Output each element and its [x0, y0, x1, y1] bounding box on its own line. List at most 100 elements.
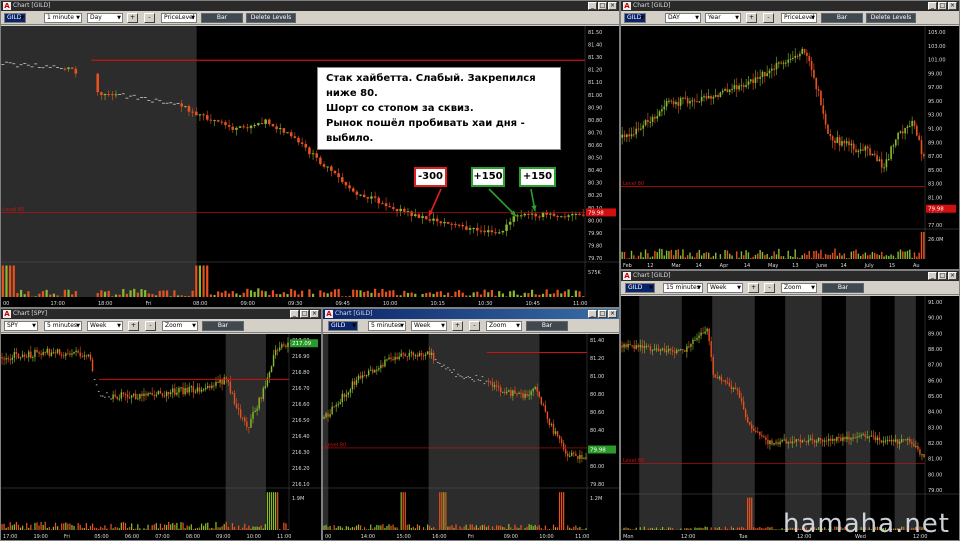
candle-body	[824, 113, 827, 125]
x-tick-label: 14	[744, 263, 750, 269]
zoom-out-button[interactable]: -	[144, 13, 155, 23]
range-select[interactable]: Week	[411, 321, 447, 331]
candle-body	[900, 439, 903, 442]
bar-button[interactable]: Bar	[821, 13, 863, 23]
zoom-out-button[interactable]: -	[469, 321, 480, 331]
symbol-select[interactable]: GILD	[328, 321, 358, 331]
period-select[interactable]: Year	[705, 13, 741, 23]
zoom-in-button[interactable]: +	[128, 321, 139, 331]
minimize-icon[interactable]: _	[928, 272, 937, 280]
maximize-icon[interactable]: □	[598, 2, 607, 10]
volume-bar	[227, 526, 229, 530]
candle-body	[374, 370, 376, 373]
volume-bar	[637, 255, 640, 259]
chart-window-gild-15min[interactable]: AChart [GILD] _□× GILD 15 minutes Week +…	[620, 270, 960, 541]
zoom-select[interactable]: Zoom	[486, 321, 522, 331]
maximize-icon[interactable]: □	[598, 310, 607, 318]
minimize-icon[interactable]: _	[588, 2, 597, 10]
candle-body	[198, 387, 201, 392]
volume-bar	[878, 255, 881, 259]
maximize-icon[interactable]: □	[300, 310, 309, 318]
close-icon[interactable]: ×	[608, 2, 617, 10]
volume-bar	[501, 293, 504, 297]
price-chart[interactable]: 217.00216.90216.80216.70216.60216.50216.…	[1, 334, 321, 540]
volume-bar	[554, 527, 557, 530]
close-icon[interactable]: ×	[608, 310, 617, 318]
symbol-select[interactable]: GILD	[4, 13, 26, 23]
symbol-select[interactable]: GILD	[624, 13, 646, 23]
zoom-out-button[interactable]: -	[145, 321, 156, 331]
volume-bar	[569, 527, 571, 530]
delete-levels-button[interactable]: Delete Levels	[246, 13, 296, 23]
candle-body	[675, 102, 677, 105]
volume-bar	[528, 524, 530, 530]
candle-body	[176, 392, 178, 395]
candle-body	[186, 388, 188, 393]
zoom-select[interactable]: Zoom	[781, 283, 817, 293]
volume-bar	[364, 527, 366, 530]
minimize-icon[interactable]: _	[928, 2, 937, 10]
zoom-in-button[interactable]: +	[452, 321, 463, 331]
interval-select[interactable]: 15 minutes	[663, 283, 703, 293]
range-select[interactable]: Week	[707, 283, 743, 293]
window-titlebar[interactable]: A Chart [GILD] _ □ ×	[1, 1, 619, 11]
candle-body	[221, 379, 223, 385]
interval-select[interactable]: 1 minute	[44, 13, 82, 23]
volume-bar	[133, 528, 135, 530]
zoom-out-button[interactable]: -	[764, 283, 775, 293]
range-select[interactable]: Day	[87, 13, 123, 23]
candle-body	[361, 375, 364, 379]
bar-button[interactable]: Bar	[201, 13, 243, 23]
maximize-icon[interactable]: □	[938, 2, 947, 10]
mode-select[interactable]: PriceLevel	[161, 13, 197, 23]
minimize-icon[interactable]: _	[588, 310, 597, 318]
mode-select[interactable]: PriceLevel	[781, 13, 817, 23]
candle-body	[888, 439, 891, 442]
zoom-in-button[interactable]: +	[127, 13, 138, 23]
volume-bar	[219, 527, 221, 530]
close-icon[interactable]: ×	[310, 310, 319, 318]
window-titlebar[interactable]: A Chart [GILD] _ □ ×	[621, 271, 959, 281]
window-titlebar[interactable]: A Chart [SPY] _ □ ×	[1, 309, 321, 319]
interval-select[interactable]: 5 minutes	[44, 321, 82, 331]
zoom-in-button[interactable]: +	[748, 283, 759, 293]
candle-body	[205, 115, 209, 120]
candle-body	[413, 214, 417, 217]
chart-window-gild-1min[interactable]: AChart [GILD] _□× GILD 1 minute Day + - …	[0, 0, 620, 308]
chart-window-gild-daily[interactable]: AChart [GILD] _□× GILD DAY Year + - Pric…	[620, 0, 960, 270]
delete-levels-button[interactable]: Delete Levels	[866, 13, 916, 23]
symbol-select[interactable]: GILD	[625, 283, 655, 293]
minimize-icon[interactable]: _	[290, 310, 299, 318]
volume-bar	[136, 292, 139, 297]
zoom-select[interactable]: Zoom	[162, 321, 198, 331]
candle-body	[852, 143, 855, 150]
window-titlebar[interactable]: A Chart [GILD] _ □ ×	[621, 1, 959, 11]
zoom-out-button[interactable]: -	[763, 13, 774, 23]
price-chart[interactable]: 105.00 103.00 101.00 99.00 97.00 95.00 93.00 91…	[621, 26, 959, 269]
close-icon[interactable]: ×	[948, 272, 957, 280]
range-select[interactable]: DAY	[665, 13, 701, 23]
volume-bar	[308, 289, 311, 297]
price-chart[interactable]: 91.00 90.00 89.00 88.00 87.00 86.00 85.00 84.00…	[621, 296, 959, 540]
range-select[interactable]: Week	[87, 321, 123, 331]
volume-bar	[789, 256, 792, 259]
zoom-in-button[interactable]: +	[746, 13, 757, 23]
volume-bar	[71, 524, 73, 530]
close-icon[interactable]: ×	[948, 2, 957, 10]
interval-select[interactable]: 5 minutes	[368, 321, 406, 331]
candle-body	[23, 354, 26, 357]
symbol-select[interactable]: SPY	[4, 321, 38, 331]
window-titlebar[interactable]: A Chart [GILD] _ □ ×	[323, 309, 619, 319]
candle-body	[194, 111, 198, 116]
volume-bar	[301, 290, 304, 297]
price-chart[interactable]: 81.4081.2081.0080.8080.6080.4080.2080.00…	[323, 334, 619, 540]
bar-button[interactable]: Bar	[822, 283, 864, 293]
maximize-icon[interactable]: □	[938, 272, 947, 280]
candle-body	[73, 352, 75, 354]
bar-button[interactable]: Bar	[526, 321, 568, 331]
chart-window-gild-5min[interactable]: AChart [GILD] _□× GILD 5 minutes Week + …	[322, 308, 620, 541]
bar-button[interactable]: Bar	[202, 321, 244, 331]
y-tick-label: 85.00	[928, 168, 942, 174]
chart-window-spy-5min[interactable]: AChart [SPY] _□× SPY 5 minutes Week + - …	[0, 308, 322, 541]
volume-bar	[157, 528, 159, 530]
